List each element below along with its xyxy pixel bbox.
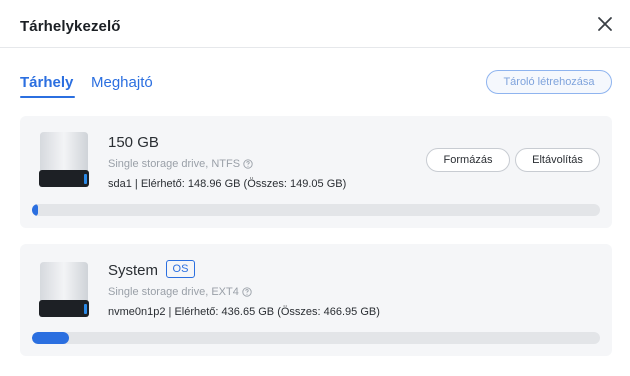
drive-type-label: Single storage drive, NTFS: [108, 158, 241, 170]
dialog-title: Tárhelykezelő: [20, 18, 121, 35]
remove-button[interactable]: Eltávolítás: [515, 148, 600, 172]
drive-type: Single storage drive, EXT4: [108, 286, 252, 298]
os-badge: OS: [166, 260, 195, 278]
create-storage-button[interactable]: Tároló létrehozása: [486, 70, 612, 94]
usage-progress-bar: [32, 332, 600, 344]
tab-drive[interactable]: Meghajtó: [91, 74, 153, 91]
drive-type: Single storage drive, NTFS: [108, 158, 253, 170]
drive-details: nvme0n1p2 | Elérhető: 436.65 GB (Összes:…: [108, 306, 380, 318]
info-icon[interactable]: [243, 159, 253, 169]
hard-drive-icon: [39, 262, 89, 317]
drive-name: 150 GB: [108, 134, 159, 151]
usage-progress-fill: [32, 332, 69, 344]
usage-progress-bar: [32, 204, 600, 216]
tab-storage[interactable]: Tárhely: [20, 74, 73, 91]
drive-type-label: Single storage drive, EXT4: [108, 286, 239, 298]
drive-card: 150 GB Single storage drive, NTFS sda1 |…: [20, 116, 612, 228]
drive-card: System OS Single storage drive, EXT4 nvm…: [20, 244, 612, 356]
close-icon[interactable]: [596, 15, 614, 33]
active-tab-indicator: [20, 96, 75, 98]
format-button[interactable]: Formázás: [426, 148, 510, 172]
hard-drive-icon: [39, 132, 89, 187]
drive-name: System: [108, 262, 159, 279]
drive-details: sda1 | Elérhető: 148.96 GB (Összes: 149.…: [108, 178, 347, 190]
dialog-header: Tárhelykezelő: [0, 0, 630, 48]
usage-progress-fill: [32, 204, 38, 216]
info-icon[interactable]: [242, 287, 252, 297]
